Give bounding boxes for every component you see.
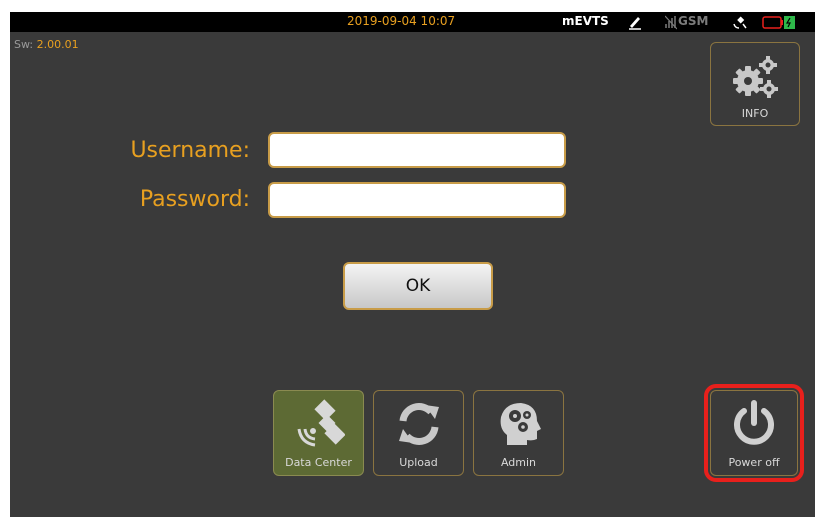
head-gears-icon [500, 403, 541, 445]
admin-button[interactable]: Admin [473, 390, 564, 476]
status-network-label: GSM [678, 14, 709, 28]
upload-label: Upload [399, 456, 438, 469]
software-version-value: 2.00.01 [36, 38, 79, 51]
device-screen: 2019-09-04 10:07 mEVTS GSM Sw: 2.00.01 I… [10, 12, 815, 517]
power-off-button[interactable]: Power off [710, 390, 798, 476]
upload-button[interactable]: Upload [373, 390, 464, 476]
no-signal-icon [665, 15, 677, 30]
data-center-label: Data Center [285, 456, 352, 469]
info-button[interactable]: INFO [710, 42, 800, 126]
power-icon [734, 400, 774, 445]
sync-icon [398, 403, 439, 445]
software-label: Sw: [14, 38, 34, 51]
admin-label: Admin [500, 456, 537, 469]
username-label: Username: [130, 138, 250, 163]
status-app-name: mEVTS [562, 14, 609, 28]
power-off-label: Power off [728, 456, 780, 469]
software-version: Sw: 2.00.01 [14, 38, 79, 51]
ok-button-label: OK [405, 276, 431, 296]
info-label: INFO [741, 107, 769, 120]
password-input[interactable] [268, 182, 566, 218]
gears-icon [733, 56, 778, 98]
data-center-button[interactable]: Data Center [273, 390, 364, 476]
battery-icon [762, 16, 795, 29]
ok-button[interactable]: OK [343, 262, 493, 310]
status-bar: 2019-09-04 10:07 mEVTS GSM [10, 12, 815, 32]
status-datetime: 2019-09-04 10:07 [347, 14, 456, 28]
pen-signature-icon [629, 17, 641, 30]
username-input[interactable] [268, 132, 566, 168]
satellite-icon [733, 16, 747, 29]
password-label: Password: [139, 187, 250, 212]
satellite-icon [297, 399, 345, 447]
